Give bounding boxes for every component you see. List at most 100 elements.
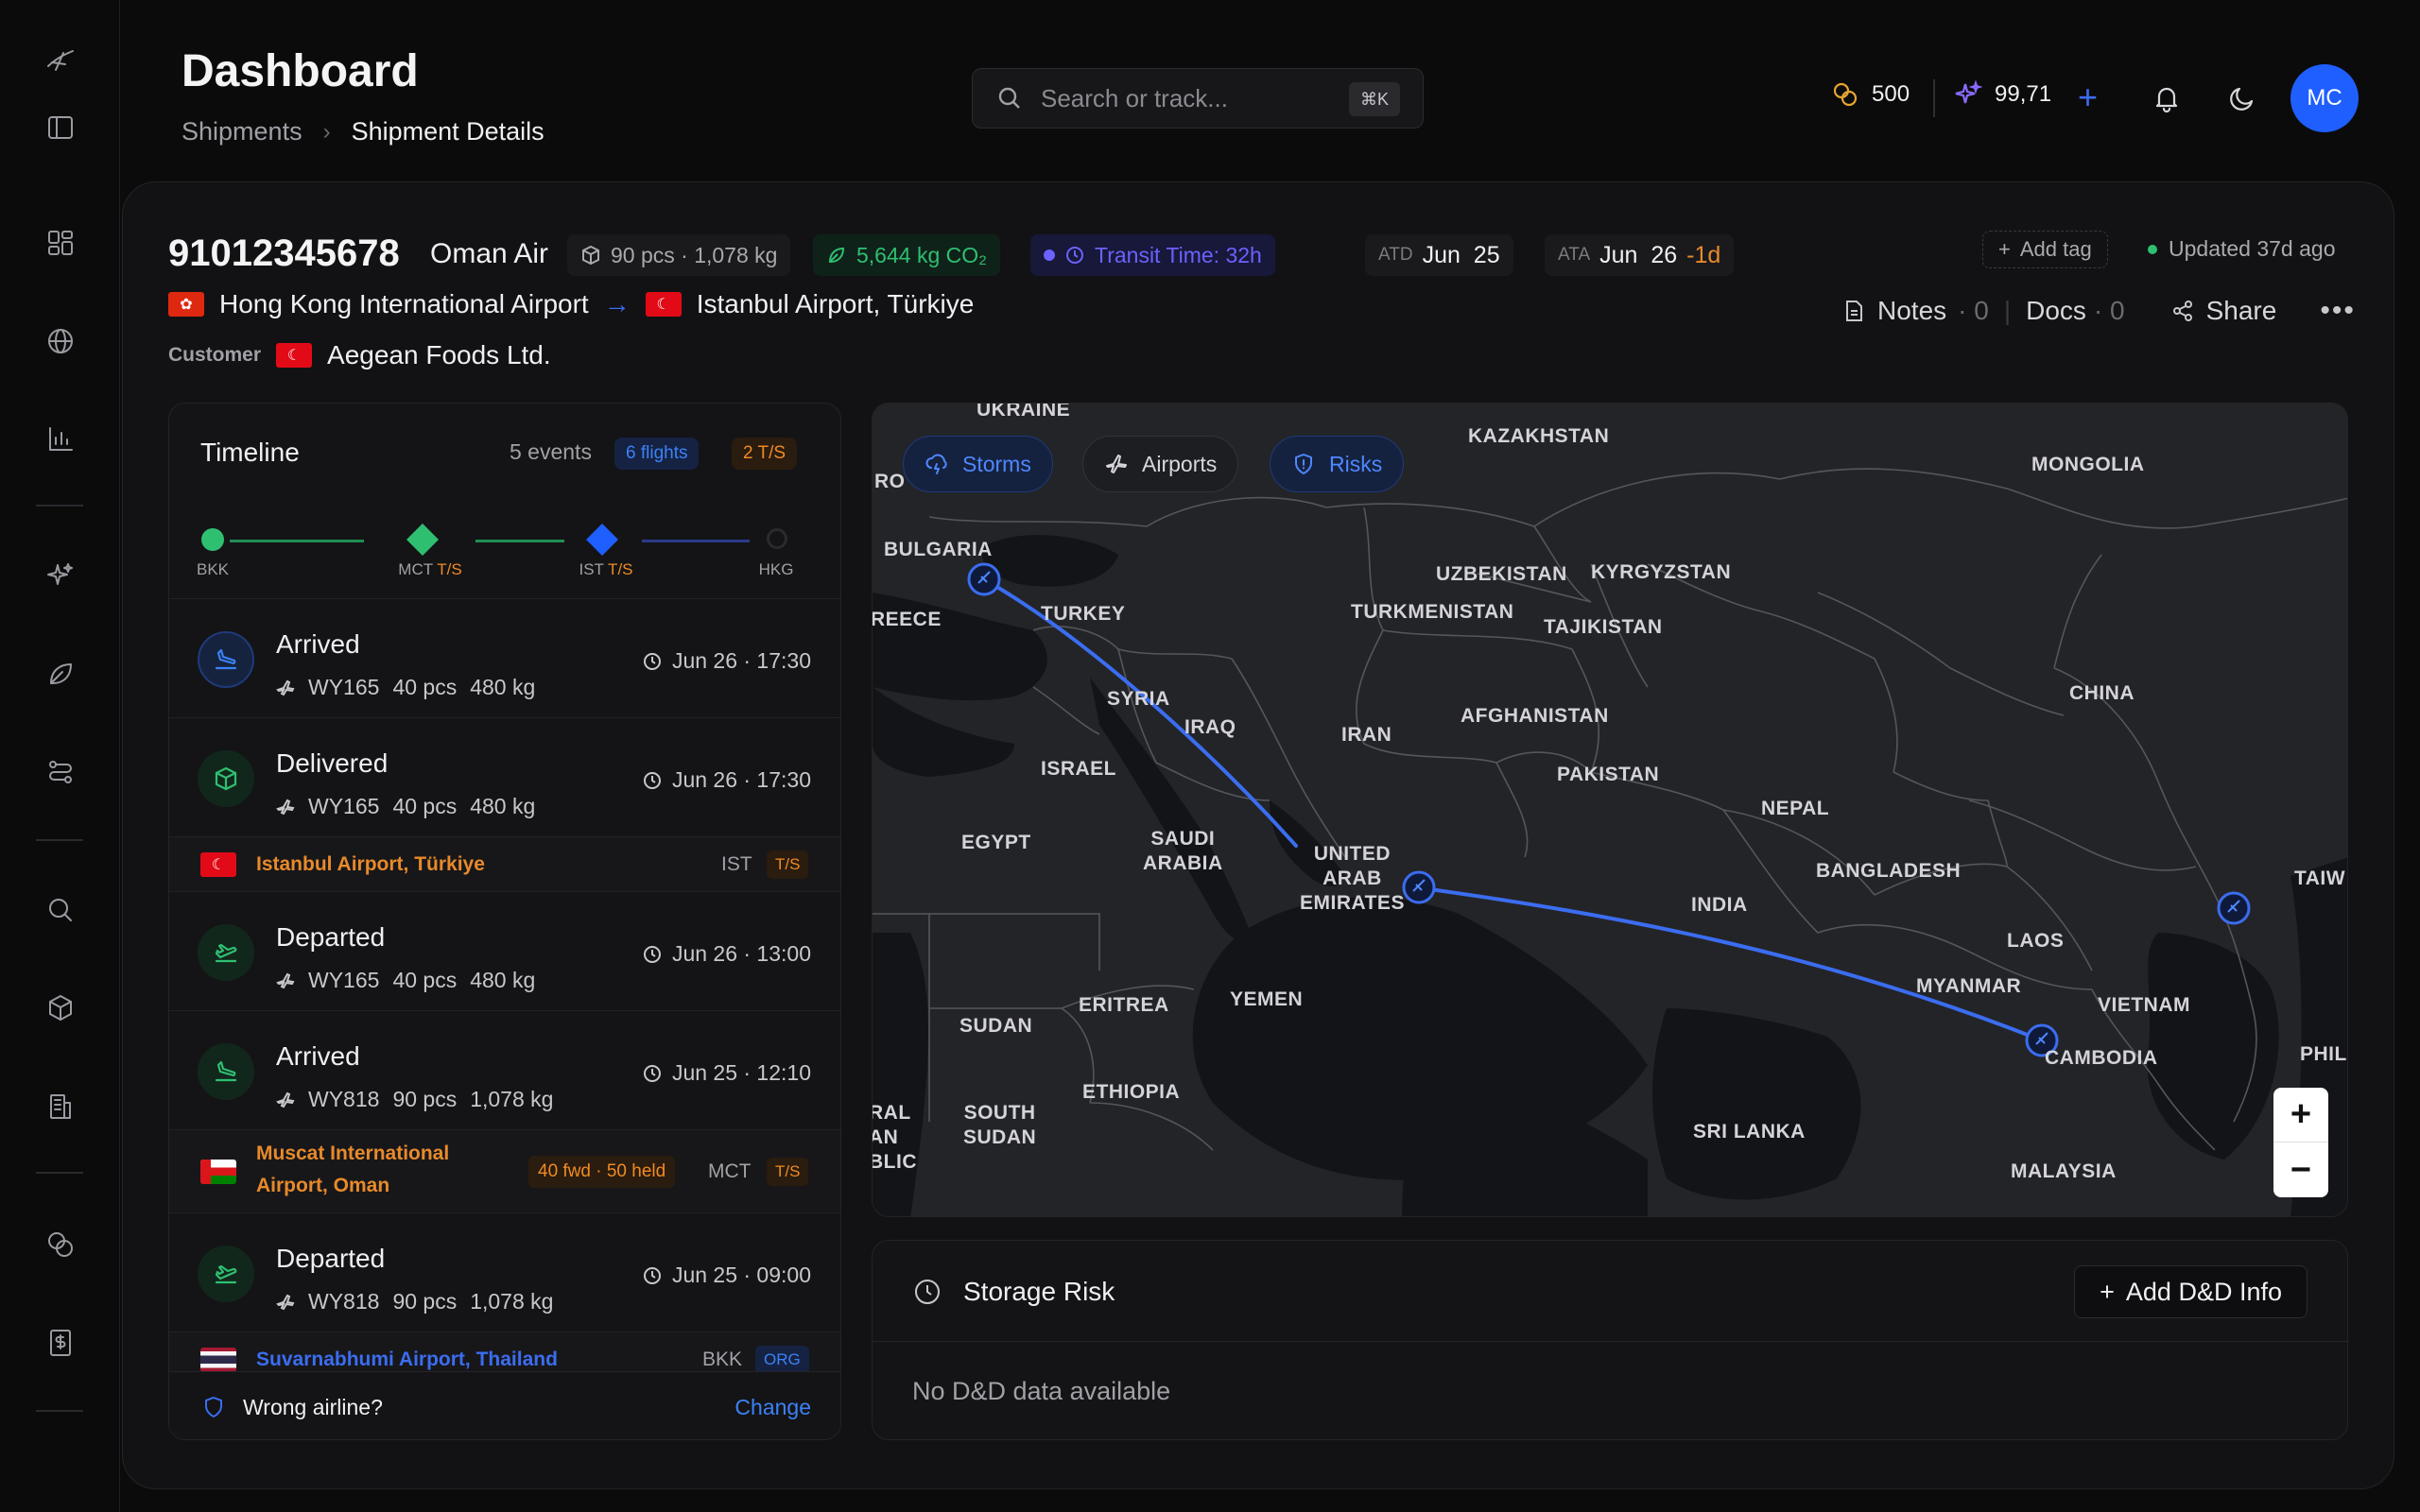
docs-count: · 0 (2093, 296, 2125, 325)
hong-kong-flag-icon: ✿ (168, 292, 204, 317)
zoom-in-button[interactable]: + (2273, 1088, 2328, 1143)
map-label: ETHIOPIA (1082, 1081, 1181, 1103)
storage-risk-title: Storage Risk (963, 1277, 1115, 1306)
leaf-icon[interactable] (41, 654, 80, 694)
airports-toggle[interactable]: Airports (1082, 436, 1239, 492)
docs-button[interactable]: Docs · 0 (2026, 296, 2124, 326)
points-counter[interactable]: 99,71 (1953, 79, 2051, 110)
avatar[interactable]: MC (2290, 64, 2359, 132)
credits-value: 500 (1872, 81, 1910, 107)
ata-value: Jun 26 (1599, 241, 1678, 268)
analytics-icon[interactable] (41, 420, 80, 459)
storms-toggle[interactable]: Storms (903, 436, 1053, 492)
location-row-ist[interactable]: ☾ Istanbul Airport, Türkiye IST T/S (169, 836, 840, 891)
globe-icon[interactable] (41, 321, 80, 361)
plane-icon (276, 1294, 295, 1310)
timeline-event[interactable]: Delivered WY165 40 pcs 480 kg Jun 26 · 17:… (169, 717, 840, 836)
map-label: REECE (872, 609, 942, 630)
updated-text: Updated 37d ago (2169, 236, 2336, 261)
shield-icon (201, 1395, 226, 1419)
breadcrumb-shipments[interactable]: Shipments (182, 117, 302, 146)
timeline-event[interactable]: Arrived WY165 40 pcs 480 kg Jun 26 · 17:30 (169, 598, 840, 717)
destination-airport: Istanbul Airport, Türkiye (696, 289, 975, 318)
shipment-actions: Notes · 0 | Docs · 0 Share ••• (1841, 295, 2356, 327)
timeline-event[interactable]: Arrived WY818 90 pcs 1,078 kg Jun 25 · 12:… (169, 1010, 840, 1129)
add-credits-button[interactable]: + (2078, 77, 2098, 117)
airports-label: Airports (1142, 451, 1218, 476)
package-icon[interactable] (41, 988, 80, 1028)
event-time: Jun 25 · 09:00 (642, 1263, 811, 1288)
map-label: PAKISTAN (1557, 764, 1660, 785)
map-label: INDIA (1691, 894, 1748, 916)
share-button[interactable]: Share (2170, 296, 2276, 326)
stop-label: IST T/S (579, 560, 633, 578)
add-dd-info-button[interactable]: + Add D&D Info (2074, 1265, 2308, 1318)
plus-icon: + (2100, 1277, 2115, 1306)
event-title: Arrived (276, 1041, 360, 1071)
timeline-event[interactable]: Departed WY165 40 pcs 480 kg Jun 26 · 13:0… (169, 891, 840, 1010)
billing-icon[interactable] (41, 1323, 80, 1363)
segment-line (642, 540, 750, 542)
credits-counter[interactable]: 500 (1830, 79, 1910, 110)
search-shortcut: ⌘K (1348, 82, 1400, 116)
event-title: Delivered (276, 748, 389, 778)
breadcrumb-current: Shipment Details (351, 117, 544, 146)
clock-icon (643, 1266, 661, 1284)
docs-label: Docs (2026, 296, 2086, 325)
timeline-panel: Timeline 5 events 6 flights 2 T/S BKK MC… (168, 403, 841, 1440)
transshipment-tag: T/S (767, 1158, 809, 1186)
risks-toggle[interactable]: Risks (1270, 436, 1405, 492)
more-options-icon[interactable]: ••• (2320, 295, 2356, 327)
notes-button[interactable]: Notes · 0 (1841, 296, 1989, 326)
sidebar-toggle-icon[interactable] (41, 108, 80, 147)
search-icon[interactable] (41, 890, 80, 930)
plane-icon (276, 972, 295, 988)
coins-icon[interactable] (41, 1225, 80, 1264)
bell-icon[interactable] (2148, 79, 2186, 117)
building-icon[interactable] (41, 1087, 80, 1126)
event-time: Jun 25 · 12:10 (642, 1060, 811, 1086)
map-label: SOUTH SUDAN (963, 1102, 1037, 1148)
change-airline-link[interactable]: Change (735, 1395, 811, 1420)
map-label: IRAQ (1184, 716, 1236, 738)
transshipment-badge[interactable]: 2 T/S (732, 438, 798, 470)
map-label: RO (874, 471, 906, 492)
ata-delay: -1d (1686, 241, 1721, 268)
map-label: SAUDI ARABIA (1143, 828, 1223, 874)
ai-sparkle-icon[interactable] (41, 556, 80, 595)
sidebar-divider (36, 505, 83, 507)
notes-count: · 0 (1958, 296, 1989, 325)
stop-label: BKK (196, 560, 230, 578)
zoom-control: + − (2273, 1088, 2328, 1197)
add-dd-info-label: Add D&D Info (2125, 1277, 2282, 1306)
plane-icon (276, 799, 295, 815)
map-label: MYANMAR (1916, 975, 2022, 997)
origin-tag: ORG (755, 1346, 809, 1374)
stop-diamond-ist (586, 524, 618, 556)
turkey-flag-icon: ☾ (200, 852, 236, 877)
flights-badge[interactable]: 6 flights (614, 438, 700, 470)
dashboard-icon[interactable] (41, 223, 80, 263)
event-title: Departed (276, 922, 386, 952)
map-label: RAL AN BLIC (872, 1102, 917, 1173)
logo-icon[interactable] (41, 40, 80, 79)
search-input[interactable]: Search or track... ⌘K (972, 68, 1424, 129)
ata-label: ATA (1558, 245, 1591, 265)
route-map[interactable]: UKRAINE KAZAKHSTAN MONGOLIA RO BULGARIA … (872, 403, 2348, 1217)
event-time: Jun 26 · 13:00 (642, 941, 811, 967)
timeline-title: Timeline (200, 438, 300, 467)
location-row-mct[interactable]: Muscat International Airport, Oman 40 fwd… (169, 1129, 840, 1212)
moon-icon[interactable] (2223, 79, 2261, 117)
customer: Customer ☾ Aegean Foods Ltd. (168, 340, 551, 370)
map-label: IRAN (1341, 724, 1392, 746)
add-tag-button[interactable]: + Add tag (1982, 231, 2108, 268)
timeline-event[interactable]: Departed WY818 90 pcs 1,078 kg Jun 25 · 09… (169, 1212, 840, 1332)
stop-label: HKG (758, 560, 794, 578)
risks-label: Risks (1329, 451, 1383, 476)
zoom-out-button[interactable]: − (2273, 1143, 2328, 1197)
routes-icon[interactable] (41, 752, 80, 792)
map-label: TURKEY (1041, 603, 1126, 625)
divider (873, 1341, 2349, 1342)
app-root: Dashboard Shipments › Shipment Details S… (0, 0, 2420, 1512)
map-label: CAMBODIA (2045, 1047, 2158, 1069)
